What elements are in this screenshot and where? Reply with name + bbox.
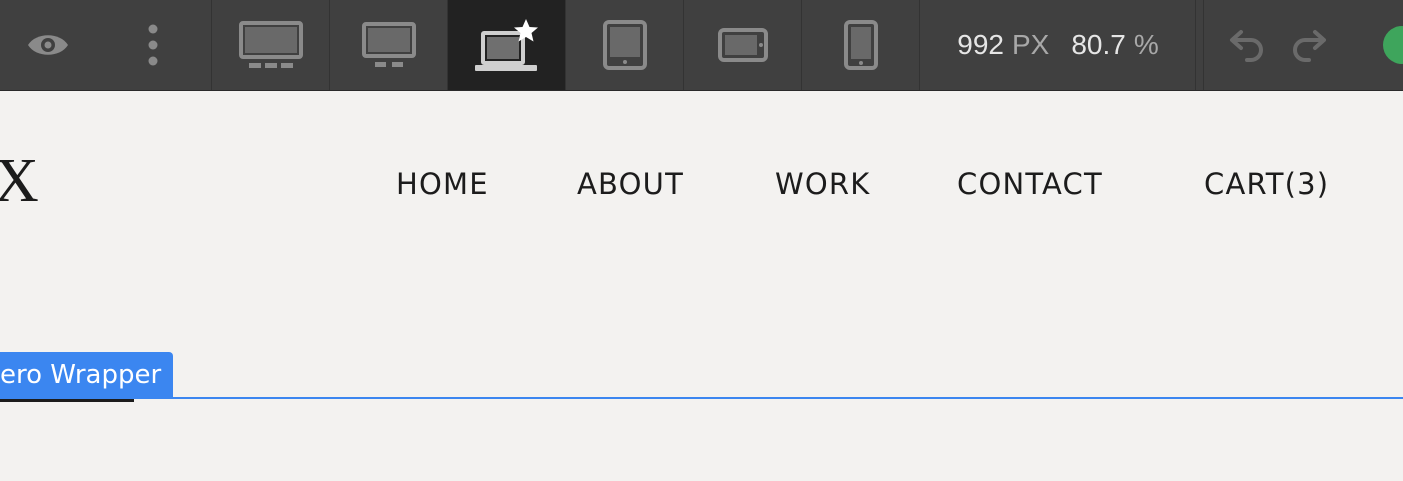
selection-handle-bar: [0, 399, 134, 402]
nav-link-work[interactable]: WORK: [775, 170, 870, 199]
nav-link-cart[interactable]: CART(3): [1204, 170, 1329, 199]
selected-element-label[interactable]: ero Wrapper: [0, 352, 174, 398]
selection-outline: [0, 397, 1403, 399]
nav-link-home[interactable]: HOME: [396, 170, 489, 199]
nav-link-about[interactable]: ABOUT: [577, 170, 684, 199]
nav-link-contact[interactable]: CONTACT: [957, 170, 1103, 199]
site-nav: HOME ABOUT WORK CONTACT CART(3): [0, 0, 1403, 250]
